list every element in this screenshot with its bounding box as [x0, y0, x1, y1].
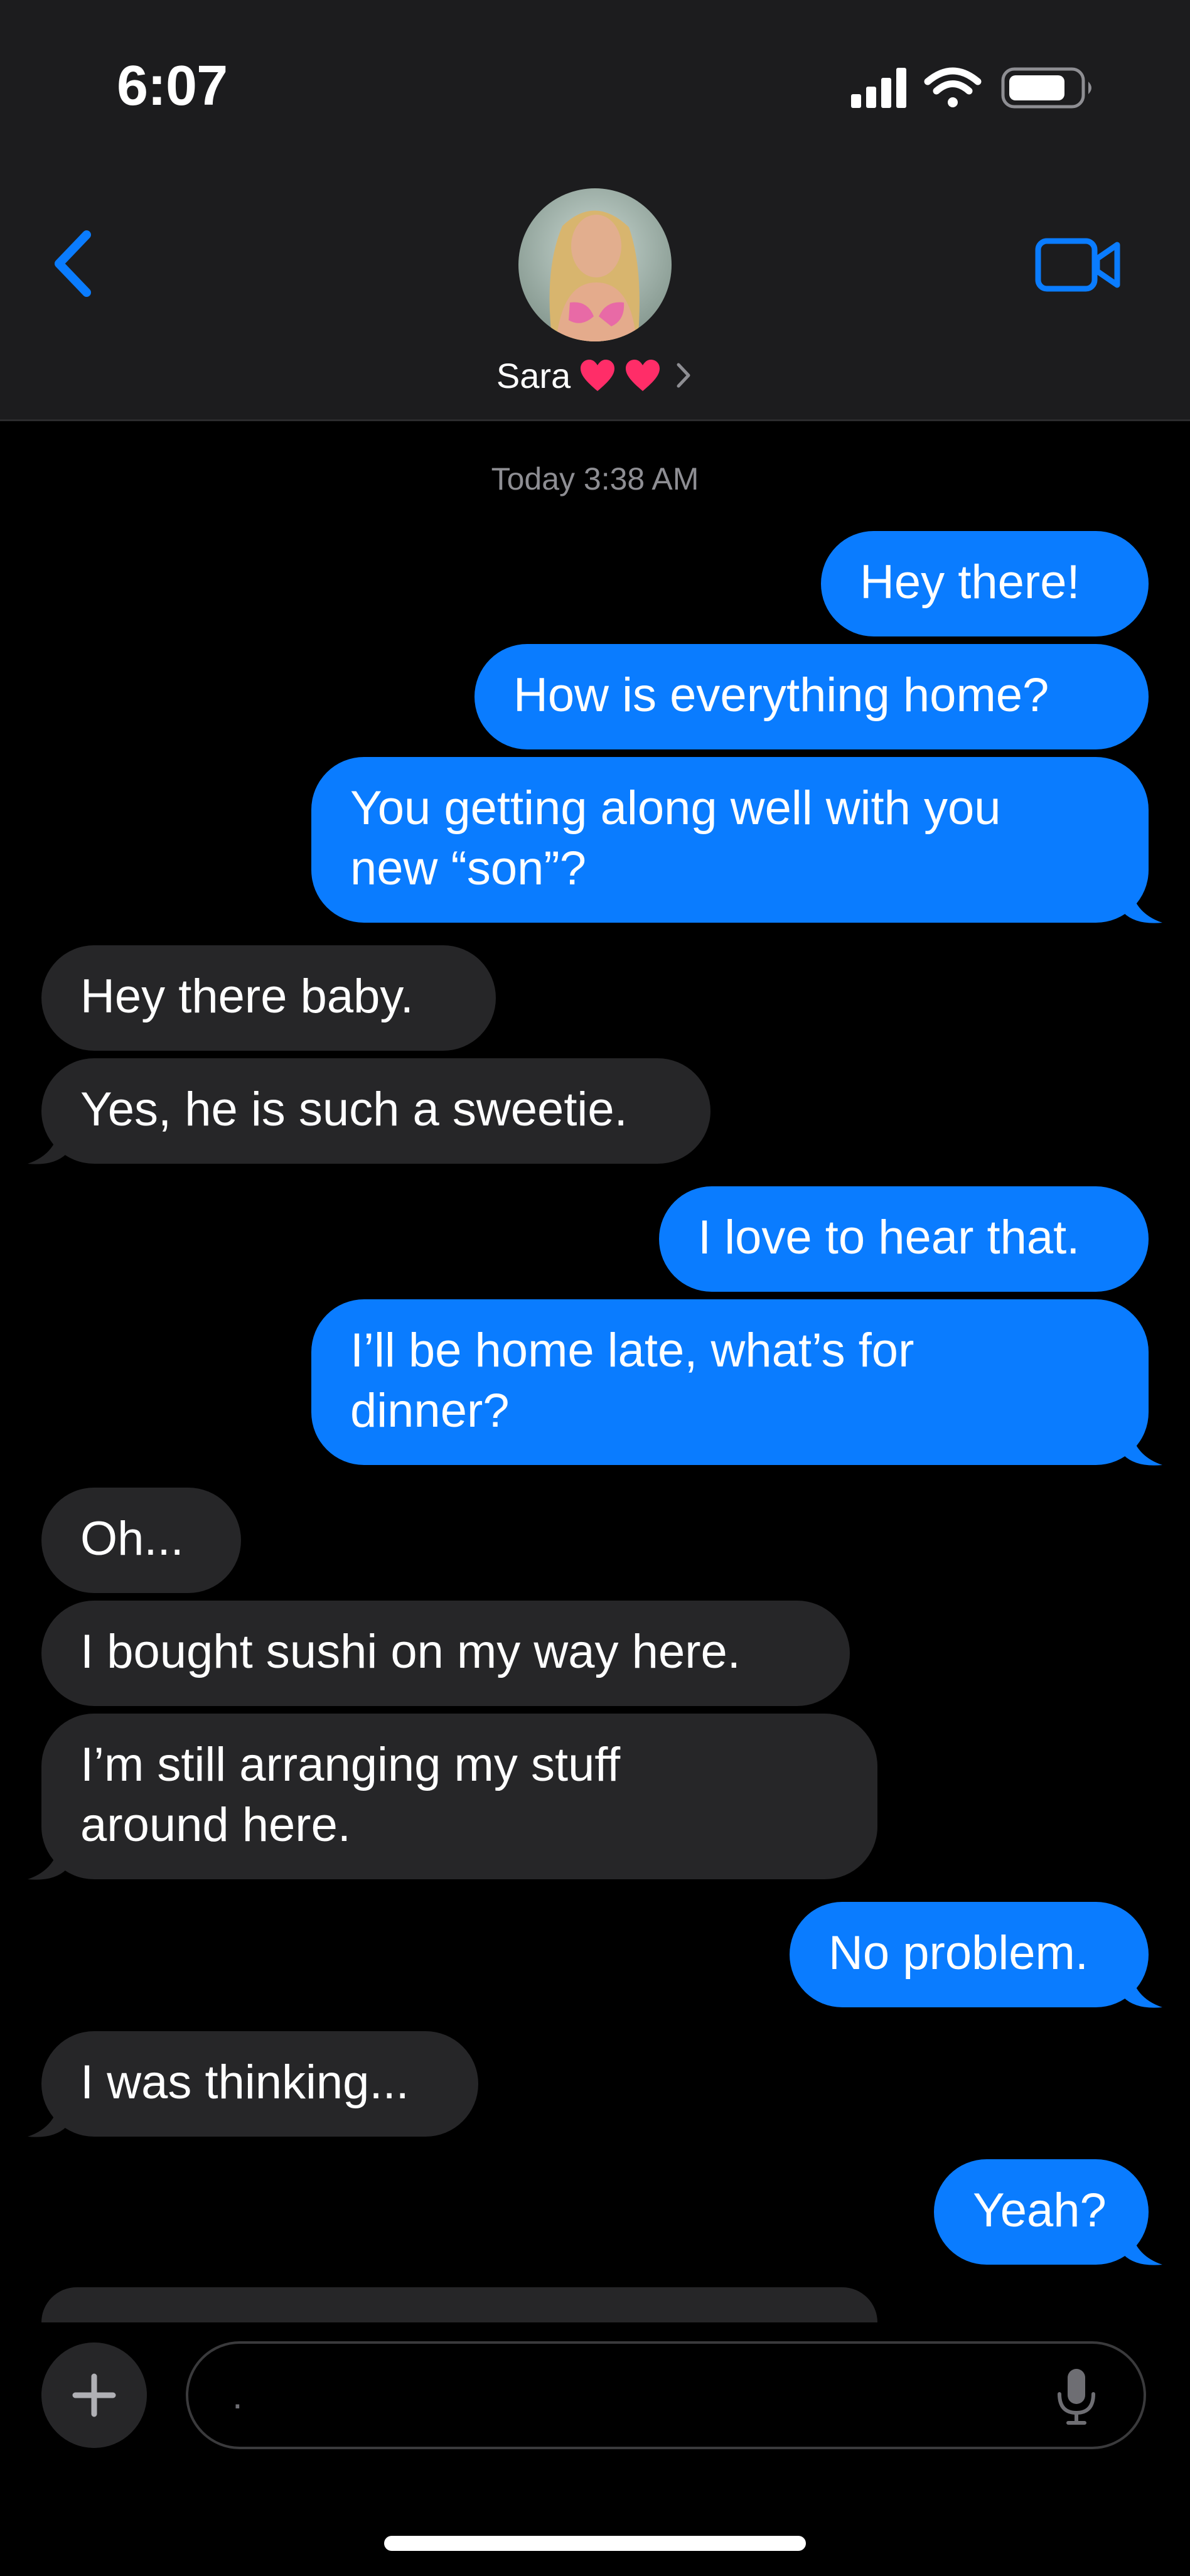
incoming-message-bubble[interactable]: Hey there baby.	[41, 945, 496, 1051]
incoming-message-bubble[interactable]: I bought sushi on my way here.	[41, 1601, 850, 1706]
contact-name: Sara	[496, 355, 571, 395]
back-chevron-icon[interactable]	[44, 226, 107, 301]
contact-avatar[interactable]	[518, 188, 672, 341]
incoming-message-bubble[interactable]: Yes, he is such a sweetie.	[41, 1058, 710, 1164]
bubble-tail	[1123, 2223, 1162, 2265]
bubble-tail	[1123, 1966, 1162, 2008]
cellular-signal-icon	[851, 68, 906, 108]
bubble-tail	[28, 1122, 67, 1164]
outgoing-message-bubble[interactable]: How is everything home?	[474, 644, 1149, 749]
bubble-tail	[1123, 881, 1162, 923]
incoming-message-bubble[interactable]: Oh...	[41, 1488, 241, 1593]
video-camera-icon[interactable]	[1034, 233, 1122, 296]
microphone-icon[interactable]	[1054, 2366, 1098, 2427]
outgoing-message-bubble[interactable]: Hey there!	[821, 531, 1149, 636]
message-input[interactable]	[186, 2341, 1146, 2449]
bubble-tail	[28, 2095, 67, 2137]
incoming-message-bubble-partial	[41, 2287, 877, 2322]
outgoing-message-bubble[interactable]: No problem.	[790, 1902, 1149, 2007]
chevron-right-icon	[677, 363, 690, 388]
add-attachment-button[interactable]	[41, 2343, 147, 2448]
battery-icon	[1001, 67, 1091, 109]
home-indicator[interactable]	[384, 2536, 806, 2551]
incoming-message-bubble[interactable]: I was thinking...	[41, 2031, 478, 2137]
wifi-icon	[924, 67, 982, 107]
status-bar-icons	[851, 67, 1091, 109]
conversation-header: 6:07 Sara	[0, 0, 1190, 421]
contact-name-button[interactable]: Sara	[0, 350, 1190, 400]
status-bar-time: 6:07	[117, 55, 228, 117]
bubble-tail	[1123, 1424, 1162, 1466]
bubble-tail	[28, 1838, 67, 1880]
outgoing-message-bubble[interactable]: I love to hear that.	[659, 1186, 1149, 1292]
outgoing-message-bubble[interactable]: Yeah?	[934, 2159, 1149, 2265]
outgoing-message-bubble[interactable]: You getting along well with you new “son…	[311, 757, 1149, 923]
heart-icon	[626, 360, 660, 391]
incoming-message-bubble[interactable]: I’m still arranging my stuff around here…	[41, 1714, 877, 1879]
heart-icon	[581, 360, 615, 391]
conversation-timestamp: Today 3:38 AM	[491, 461, 699, 496]
outgoing-message-bubble[interactable]: I’ll be home late, what’s for dinner?	[311, 1299, 1149, 1465]
